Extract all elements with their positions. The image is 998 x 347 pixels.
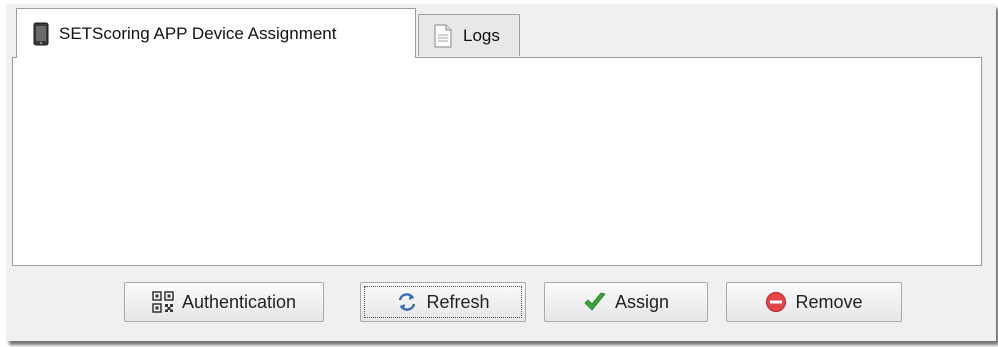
remove-icon [765,291,787,313]
remove-button[interactable]: Remove [726,282,902,322]
app-window: SETScoring APP Device Assignment Logs Au… [6,4,996,341]
tab-bar: SETScoring APP Device Assignment Logs [6,4,996,58]
tab-device-assignment-label: SETScoring APP Device Assignment [59,23,337,43]
remove-button-label: Remove [795,291,863,312]
document-icon [433,24,453,48]
tab-logs-label: Logs [463,25,500,45]
qr-code-icon [152,291,174,313]
tab-logs[interactable]: Logs [418,14,520,56]
checkmark-icon [583,291,607,313]
authentication-button[interactable]: Authentication [124,282,324,322]
device-assignment-panel[interactable] [12,57,982,266]
refresh-icon [396,291,418,313]
tab-device-assignment[interactable]: SETScoring APP Device Assignment [16,8,416,58]
assign-button[interactable]: Assign [544,282,708,322]
authentication-button-label: Authentication [181,291,297,312]
refresh-button[interactable]: Refresh [360,282,526,322]
refresh-button-label: Refresh [426,291,490,312]
assign-button-label: Assign [614,291,670,312]
phone-icon [33,22,49,46]
action-button-bar: Authentication Refresh Assign Remove [6,272,996,334]
